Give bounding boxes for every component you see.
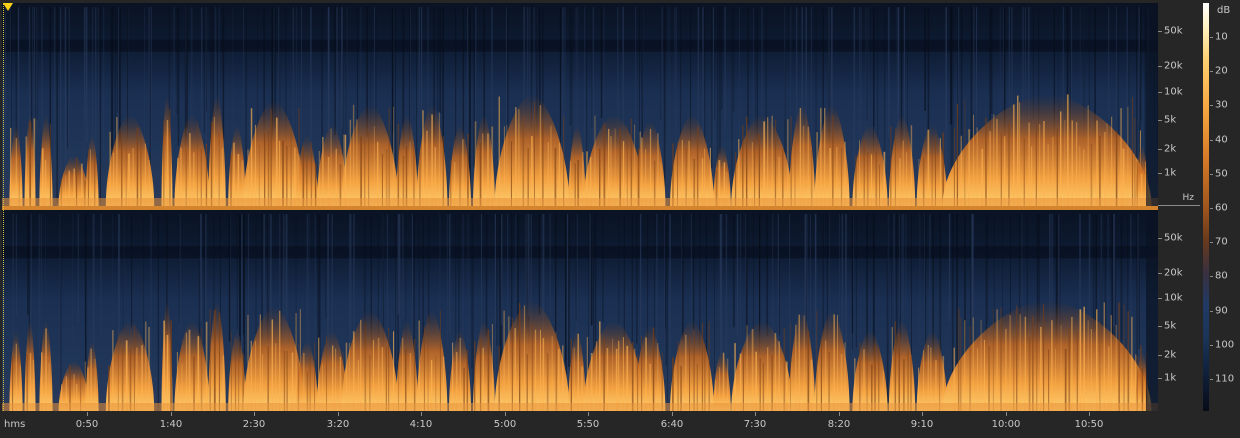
time-tick <box>672 412 673 416</box>
db-tick-label: 40 <box>1215 134 1228 146</box>
channel-2-spectrogram-image <box>2 210 1158 411</box>
freq-tick-label: 1k <box>1164 372 1177 384</box>
freq-tick-label: 5k <box>1164 320 1177 332</box>
db-tick <box>1210 311 1213 312</box>
db-tick <box>1210 71 1213 72</box>
db-tick-label: 60 <box>1215 202 1228 214</box>
time-tick-label: 10:00 <box>991 419 1021 430</box>
db-tick <box>1210 105 1213 106</box>
time-tick <box>1006 412 1007 416</box>
time-tick <box>505 412 506 416</box>
freq-tick-label: 50k <box>1164 25 1183 37</box>
time-tick-label: 0:50 <box>75 419 99 430</box>
db-tick <box>1210 379 1213 380</box>
playhead-triangle-icon[interactable] <box>3 3 13 11</box>
freq-tick <box>1158 238 1162 239</box>
time-tick-label: 1:40 <box>159 419 183 430</box>
freq-tick-label: 1k <box>1164 167 1177 179</box>
db-tick <box>1210 37 1213 38</box>
time-tick <box>1089 412 1090 416</box>
time-tick <box>171 412 172 416</box>
freq-tick-label: 2k <box>1164 349 1177 361</box>
time-tick-label: 4:10 <box>409 419 433 430</box>
db-color-bar <box>1203 3 1209 411</box>
time-tick <box>922 412 923 416</box>
time-tick <box>755 412 756 416</box>
hz-divider-line <box>1158 205 1200 206</box>
freq-unit-label: Hz <box>1182 193 1195 203</box>
freq-tick <box>1158 66 1162 67</box>
freq-tick-label: 5k <box>1164 114 1177 126</box>
db-tick-label: 80 <box>1215 270 1228 282</box>
time-tick-label: 7:30 <box>743 419 767 430</box>
freq-tick-label: 20k <box>1164 267 1183 279</box>
time-tick-label: 2:30 <box>242 419 266 430</box>
freq-tick <box>1158 31 1162 32</box>
db-tick <box>1210 345 1213 346</box>
frequency-axis-channel-2[interactable]: 50k 20k 10k 5k 2k 1k <box>1158 210 1202 411</box>
db-tick-label: 90 <box>1215 305 1228 317</box>
spectrogram-view[interactable]: 50k 20k 10k 5k 2k 1k Hz 50k 20k 10k 5k 2k 1k hms 0:… <box>0 0 1240 438</box>
time-tick <box>87 412 88 416</box>
time-tick-label: 10:50 <box>1074 419 1104 430</box>
freq-tick-label: 20k <box>1164 60 1183 72</box>
db-tick-label: 110 <box>1215 373 1235 385</box>
db-tick-label: 70 <box>1215 236 1228 248</box>
db-tick-label: 30 <box>1215 99 1228 111</box>
time-tick-label: 5:50 <box>576 419 600 430</box>
time-tick <box>338 412 339 416</box>
db-tick-label: 10 <box>1215 31 1228 43</box>
db-tick-label: 100 <box>1215 339 1235 351</box>
time-unit-label[interactable]: hms <box>4 419 25 430</box>
freq-tick <box>1158 149 1162 150</box>
db-tick <box>1210 242 1213 243</box>
db-tick-label: 50 <box>1215 168 1228 180</box>
freq-tick <box>1158 378 1162 379</box>
freq-tick <box>1158 92 1162 93</box>
db-tick <box>1210 174 1213 175</box>
time-tick-label: 8:20 <box>827 419 851 430</box>
freq-tick-label: 10k <box>1164 292 1183 304</box>
time-tick <box>254 412 255 416</box>
db-tick-label: 20 <box>1215 65 1228 77</box>
time-tick <box>839 412 840 416</box>
frequency-axis-channel-1[interactable]: 50k 20k 10k 5k 2k 1k Hz <box>1158 3 1202 206</box>
time-tick-label: 9:10 <box>910 419 934 430</box>
db-unit-label: dB <box>1217 5 1231 16</box>
freq-tick-label: 50k <box>1164 232 1183 244</box>
freq-tick <box>1158 355 1162 356</box>
time-ruler[interactable]: hms 0:50 1:40 2:30 3:20 4:10 5:00 5:50 6:40 7:30… <box>0 412 1158 438</box>
channel-1-spectrogram-image <box>2 3 1158 206</box>
time-tick-label: 5:00 <box>493 419 517 430</box>
time-tick-label: 3:20 <box>326 419 350 430</box>
channel-1-spectrogram[interactable] <box>2 3 1158 206</box>
db-color-scale: dB 10 20 30 40 50 60 70 80 90 100 110 <box>1202 3 1240 411</box>
db-tick <box>1210 208 1213 209</box>
db-tick <box>1210 276 1213 277</box>
time-tick-label: 6:40 <box>660 419 684 430</box>
freq-tick <box>1158 173 1162 174</box>
time-tick <box>588 412 589 416</box>
channel-2-spectrogram[interactable] <box>2 210 1158 411</box>
freq-tick-label: 2k <box>1164 143 1177 155</box>
freq-tick-label: 10k <box>1164 86 1183 98</box>
db-tick <box>1210 140 1213 141</box>
freq-tick <box>1158 298 1162 299</box>
time-tick <box>421 412 422 416</box>
playhead-cursor[interactable] <box>3 3 13 411</box>
freq-tick <box>1158 326 1162 327</box>
freq-tick <box>1158 120 1162 121</box>
freq-tick <box>1158 273 1162 274</box>
